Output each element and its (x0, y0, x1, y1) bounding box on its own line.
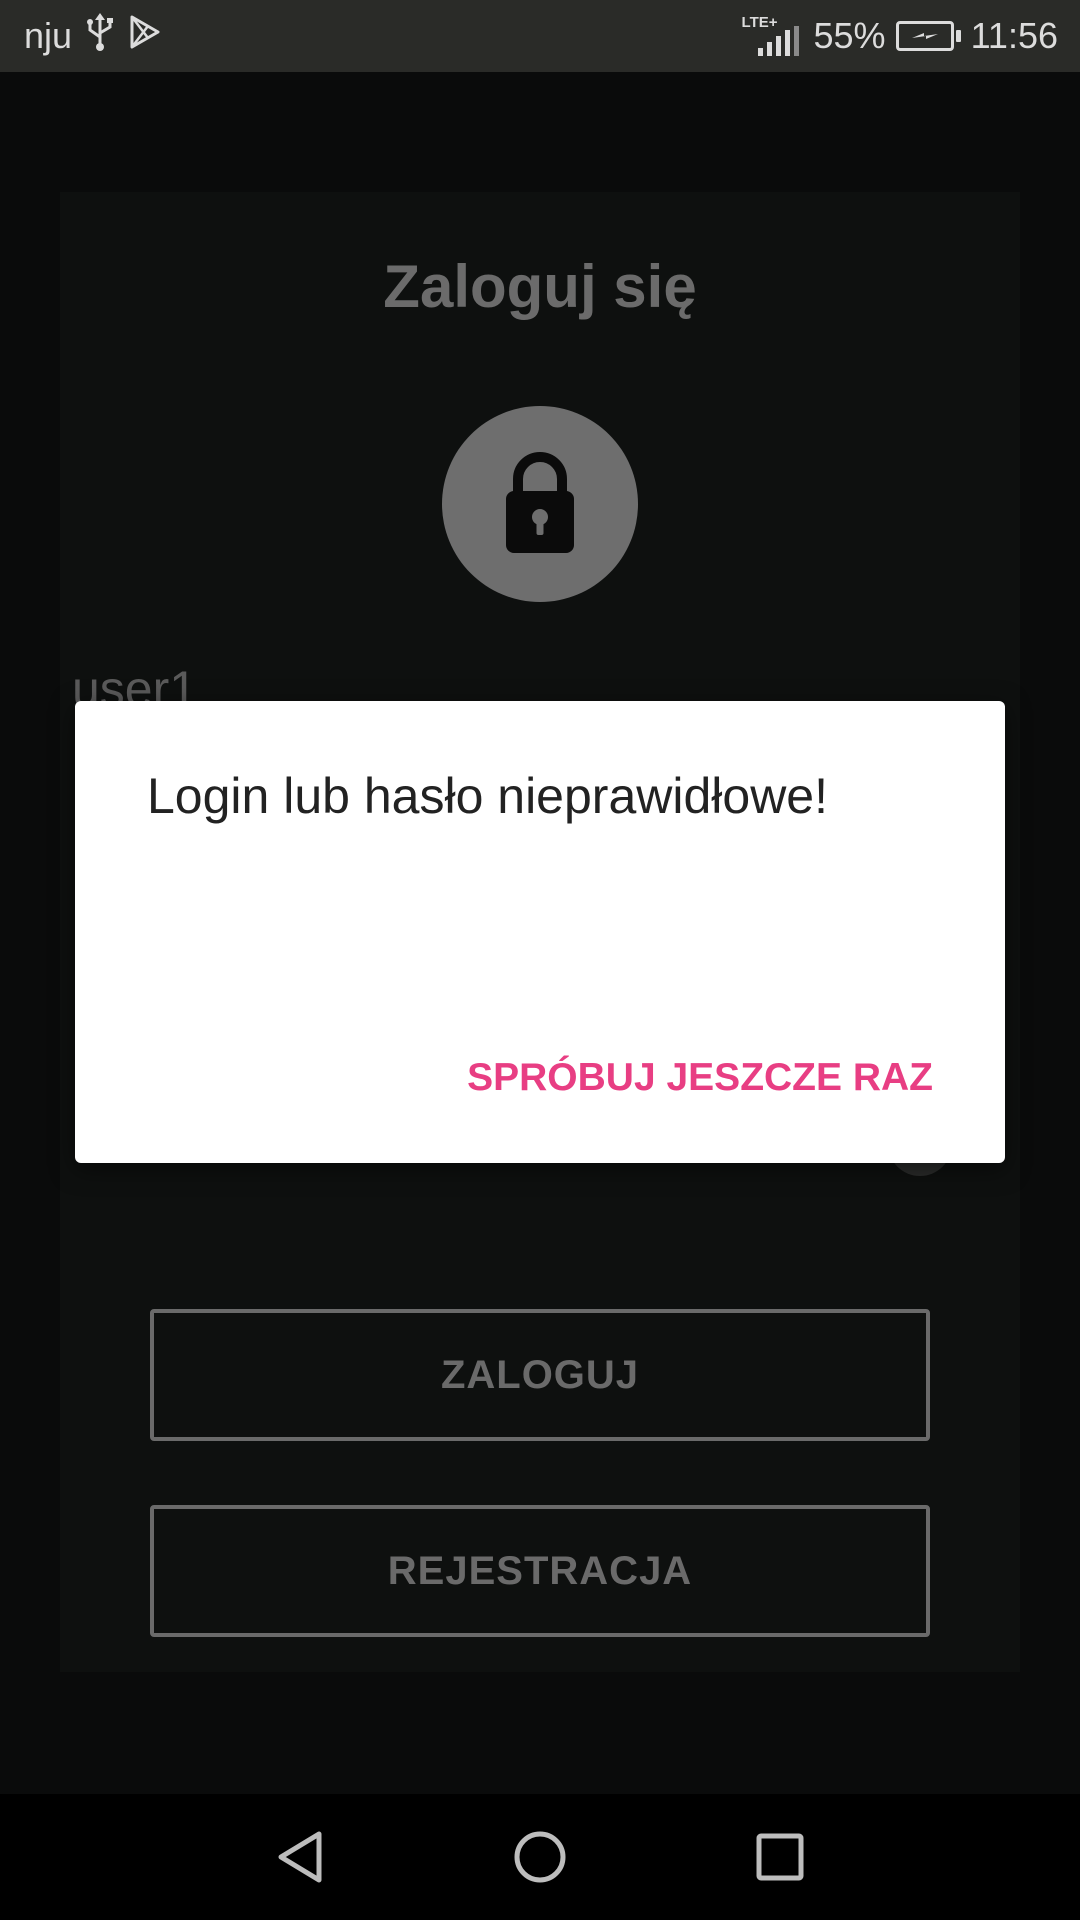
lock-icon (500, 447, 580, 562)
status-right: LTE+ 55% 11:56 (742, 0, 1058, 72)
carrier-label: nju (24, 15, 73, 56)
home-icon[interactable] (490, 1794, 590, 1920)
lock-avatar (442, 406, 638, 602)
register-button[interactable]: REJESTRACJA (150, 1505, 930, 1637)
clock: 11:56 (970, 15, 1058, 56)
status-left: nju (24, 0, 162, 72)
signal-icon: LTE+ (742, 14, 804, 58)
login-button[interactable]: ZALOGUJ (150, 1309, 930, 1441)
status-bar: nju LTE+ 55% 11:56 (0, 0, 1080, 72)
battery-charging-icon (895, 21, 961, 51)
page-title: Zaloguj się (383, 253, 697, 320)
error-dialog: Login lub hasło nieprawidłowe! SPRÓBUJ J… (75, 701, 1005, 1163)
battery-percent: 55% (813, 15, 886, 56)
back-icon[interactable] (250, 1794, 350, 1920)
usb-icon (86, 12, 114, 60)
play-store-icon (128, 14, 162, 59)
app-screen: nju LTE+ 55% 11:56 Zaloguj się user1 ZAL… (0, 0, 1080, 1920)
recents-icon[interactable] (730, 1794, 830, 1920)
try-again-button[interactable]: SPRÓBUJ JESZCZE RAZ (467, 1056, 933, 1100)
navigation-bar (0, 1794, 1080, 1920)
dialog-message: Login lub hasło nieprawidłowe! (147, 768, 829, 824)
